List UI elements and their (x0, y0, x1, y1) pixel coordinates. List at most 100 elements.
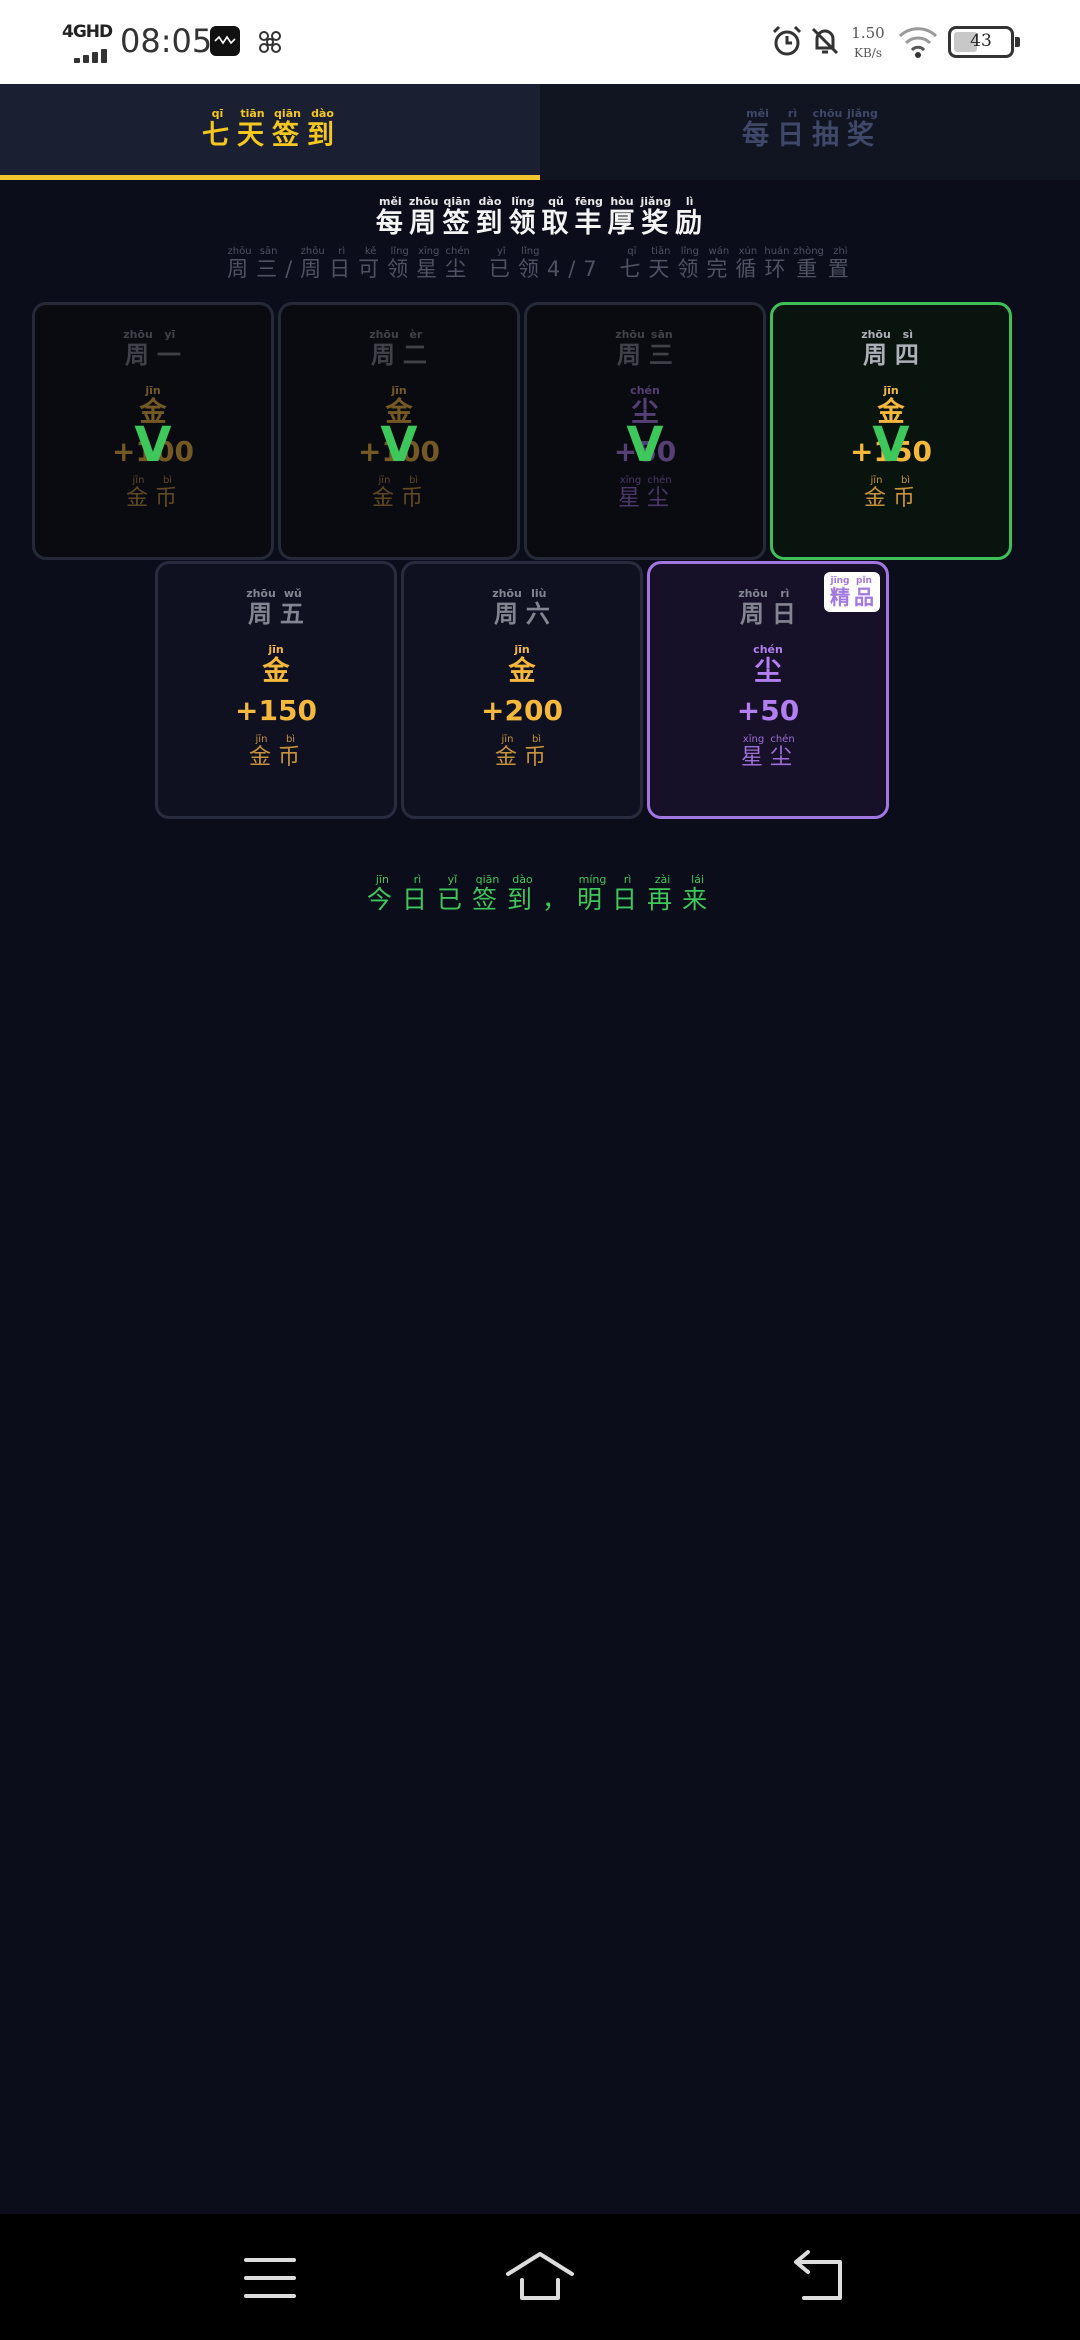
ruby-char: 领lǐng (517, 246, 543, 281)
day-card[interactable]: 周zhōu三sān 尘chén +50 星xīng尘chén V (524, 302, 766, 560)
ruby-char: 周zhōu (492, 587, 522, 628)
ruby-char: 励lì (675, 195, 705, 239)
ruby-char: 金jīn (508, 643, 536, 687)
day-card[interactable]: 周zhōu五wǔ 金jīn +150 金jīn币bì (155, 561, 397, 819)
ruby-char: 签qiān (471, 873, 503, 914)
gold-coin-icon: 金jīn (404, 643, 640, 688)
day-card[interactable]: 周zhōu二èr 金jīn +100 金jīn币bì V (278, 302, 520, 560)
app-notification-icon (210, 26, 240, 56)
ruby-char: 置zhì (827, 246, 853, 281)
ruby-char: 到dào (506, 873, 538, 914)
claimed-check-icon: V (134, 417, 172, 473)
ruby-char: 到dào (475, 195, 505, 239)
back-icon[interactable] (780, 2248, 860, 2308)
network-type-label: 4GHD (62, 22, 113, 42)
day-card[interactable]: 周zhōu六liù 金jīn +200 金jīn币bì (401, 561, 643, 819)
ruby-char: ， (542, 885, 574, 914)
ruby-char: 六liù (525, 587, 552, 628)
ruby-char: 签qiān (272, 107, 303, 151)
day-label: 周zhōu一yī (35, 328, 271, 370)
ruby-char: 一yī (156, 328, 183, 369)
ruby-char: 金jīn (494, 734, 520, 770)
ruby-char: 周zhōu (246, 587, 276, 628)
day-card[interactable]: 周zhōu四sì 金jīn +150 金jīn币bì V (770, 302, 1012, 560)
ruby-char: 7 (583, 257, 601, 281)
claimed-check-icon: V (380, 417, 418, 473)
ruby-char: 周zhōu (408, 195, 439, 239)
reward-amount: +200 (481, 694, 563, 727)
ruby-char: 七qī (619, 246, 645, 281)
ruby-char (605, 257, 616, 281)
cellular-signal-icon: 4GHD (62, 22, 113, 63)
ruby-char: 厚hòu (607, 195, 637, 239)
ruby-char: 星xīng (617, 475, 643, 511)
system-nav-bar (0, 2214, 1080, 2340)
ruby-char: 再zài (647, 873, 679, 914)
menu-icon[interactable] (230, 2248, 310, 2308)
ruby-char: 已yǐ (436, 873, 468, 914)
ruby-char: 三sān (648, 328, 675, 369)
ruby-char: 领lǐng (677, 246, 703, 281)
tab-bar: 七qī天tiān签qiān到dào 每měi日rì抽chōu奖jiǎng (0, 84, 1080, 180)
claimed-check-icon: V (626, 417, 664, 473)
ruby-char: 日rì (612, 873, 644, 914)
ruby-char: 币bì (278, 734, 304, 770)
ruby-char: 精jīng (830, 576, 850, 609)
page-title: 每měi周zhōu签qiān到dào领lǐng取qǔ丰fēng厚hòu奖jiǎn… (0, 195, 1080, 240)
link-app-icon (254, 26, 286, 58)
page-subtitle: 周zhōu三sān/ 周zhōu日rì可kě领lǐng星xīng尘chén 已y… (0, 246, 1080, 283)
tab-active-indicator (0, 175, 540, 180)
network-speed: 1.50 KB/s (848, 24, 888, 60)
ruby-char: 今jīn (366, 873, 398, 914)
ruby-char: 币bì (155, 475, 181, 511)
day-card[interactable]: 周zhōu一yī 金jīn +100 金jīn币bì V (32, 302, 274, 560)
ruby-char: / (568, 257, 580, 281)
tab-label: 七qī天tiān签qiān到dào (0, 107, 540, 152)
day-label: 周zhōu四sì (773, 328, 1009, 370)
ruby-char: 可kě (358, 246, 384, 281)
ruby-char: 二èr (402, 328, 429, 369)
home-icon[interactable] (500, 2248, 580, 2308)
ruby-char: 4 (546, 257, 565, 281)
ruby-char: 周zhōu (615, 328, 645, 369)
checkin-status-message: 今jīn日rì已yǐ签qiān到dào， 明míng日rì再zài来lái (0, 873, 1080, 916)
ruby-char: 周zhōu (300, 246, 326, 281)
ruby-char: 每měi (742, 107, 773, 151)
ruby-char: 金jīn (262, 643, 290, 687)
bell-off-icon (808, 24, 842, 58)
ruby-char: 签qiān (442, 195, 472, 239)
ruby-char: 完wán (706, 246, 732, 281)
ruby-char: 领lǐng (387, 246, 413, 281)
day-label: 周zhōu二èr (281, 328, 517, 370)
ruby-char: 周zhōu (738, 587, 768, 628)
ruby-char: 金jīn (863, 475, 889, 511)
day-label: 周zhōu五wǔ (158, 587, 394, 629)
battery-icon: 43 (948, 26, 1020, 58)
net-speed-value: 1.50 (851, 24, 885, 42)
tab-seven-day-checkin[interactable]: 七qī天tiān签qiān到dào (0, 84, 540, 180)
ruby-char: 到dào (307, 107, 338, 151)
battery-level: 43 (970, 31, 992, 51)
status-bar: 4GHD 08:05 1.50 KB/s 43 (0, 0, 1080, 84)
stardust-icon: 尘chén (650, 643, 886, 688)
ruby-char: 尘chén (753, 643, 783, 687)
ruby-char: 日rì (401, 873, 433, 914)
tab-daily-lottery[interactable]: 每měi日rì抽chōu奖jiǎng (540, 84, 1080, 180)
ruby-char: 四sì (894, 328, 921, 369)
ruby-char: 领lǐng (508, 195, 538, 239)
day-label: 周zhōu六liù (404, 587, 640, 629)
ruby-char: 环huán (764, 246, 790, 281)
ruby-char: 奖jiǎng (640, 195, 672, 239)
ruby-char: 币bì (524, 734, 550, 770)
ruby-char: 金jīn (248, 734, 274, 770)
ruby-char: 周zhōu (861, 328, 891, 369)
ruby-char: 星xīng (416, 246, 442, 281)
ruby-char: 品pǐn (854, 576, 874, 609)
ruby-char: 七qī (202, 107, 233, 151)
ruby-char: 金jīn (125, 475, 151, 511)
ruby-char: 币bì (401, 475, 427, 511)
ruby-char: 来lái (682, 873, 714, 914)
clock: 08:05 (120, 22, 213, 60)
gold-coin-icon: 金jīn (158, 643, 394, 688)
day-card[interactable]: 周zhōu日rì 尘chén +50 星xīng尘chén 精jīng品pǐn (647, 561, 889, 819)
